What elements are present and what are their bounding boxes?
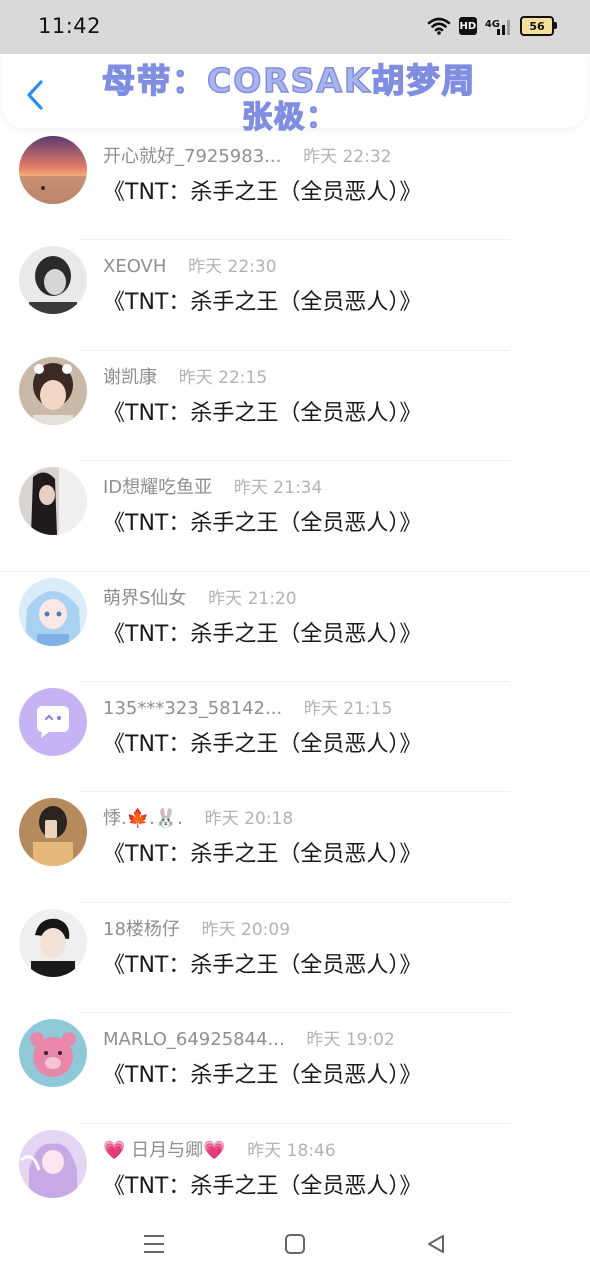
anime-girl-avatar bbox=[19, 577, 87, 646]
list-item[interactable]: XEOVH 昨天 22:30 《TNT：杀手之王（全员恶人）》 bbox=[0, 240, 590, 351]
avatar[interactable] bbox=[19, 467, 87, 536]
signal-icon: 4G bbox=[485, 17, 512, 35]
username[interactable]: MARLO_64925844... bbox=[103, 1029, 285, 1050]
username[interactable]: ID想耀吃鱼亚 bbox=[103, 473, 212, 499]
header: 母带：CORSAK胡梦周 张极： bbox=[2, 54, 588, 136]
system-nav-bar bbox=[0, 1222, 590, 1270]
username[interactable]: 💗 日月与卿💗 bbox=[103, 1136, 226, 1162]
default-chat-bubble-avatar bbox=[19, 687, 87, 756]
meta-row: XEOVH 昨天 22:30 bbox=[103, 252, 277, 277]
username[interactable]: 18楼杨仔 bbox=[103, 915, 180, 941]
comment-text: 《TNT：杀手之王（全员恶人）》 bbox=[103, 842, 422, 868]
username[interactable]: 萌界S仙女 bbox=[103, 584, 186, 610]
timestamp: 昨天 21:20 bbox=[208, 588, 297, 609]
avatar[interactable] bbox=[19, 908, 87, 977]
comment-text: 《TNT：杀手之王（全员恶人）》 bbox=[103, 290, 422, 316]
username[interactable]: XEOVH bbox=[103, 256, 166, 277]
avatar[interactable] bbox=[19, 1019, 87, 1088]
status-icons: HD 4G 56 bbox=[427, 15, 557, 37]
battery-icon: 56 bbox=[520, 16, 557, 36]
timestamp: 昨天 20:09 bbox=[201, 919, 291, 940]
username[interactable]: 谢凯康 bbox=[103, 363, 157, 389]
meta-row: 18楼杨仔 昨天 20:09 bbox=[103, 915, 290, 941]
meta-row: 开心就好_7925983... 昨天 22:32 bbox=[103, 142, 391, 168]
meta-row: 萌界S仙女 昨天 21:20 bbox=[103, 584, 297, 610]
back-button[interactable] bbox=[18, 76, 52, 114]
avatar[interactable] bbox=[19, 687, 87, 756]
wifi-icon bbox=[427, 17, 451, 35]
timestamp: 昨天 19:02 bbox=[306, 1030, 395, 1051]
timestamp: 昨天 22:15 bbox=[178, 367, 268, 388]
avatar[interactable] bbox=[19, 246, 87, 315]
timestamp: 昨天 22:30 bbox=[188, 257, 277, 278]
list-item[interactable]: MARLO_64925844... 昨天 19:02 《TNT：杀手之王（全员恶… bbox=[0, 1013, 590, 1124]
menu-icon bbox=[144, 1235, 164, 1253]
cat-filter-selfie-avatar bbox=[19, 356, 87, 425]
username[interactable]: 悸.🍁.🐰. bbox=[103, 804, 183, 830]
timestamp: 昨天 21:34 bbox=[233, 478, 323, 499]
timestamp: 昨天 18:46 bbox=[247, 1140, 336, 1161]
comment-text: 《TNT：杀手之王（全员恶人）》 bbox=[103, 180, 422, 205]
list-item[interactable]: 开心就好_7925983... 昨天 22:32 《TNT：杀手之王（全员恶人）… bbox=[0, 130, 590, 241]
meta-row: ID想耀吃鱼亚 昨天 21:34 bbox=[103, 473, 322, 499]
list-item[interactable]: 萌界S仙女 昨天 21:20 《TNT：杀手之王（全员恶人）》 bbox=[0, 572, 590, 682]
meta-row: 💗 日月与卿💗 昨天 18:46 bbox=[103, 1136, 336, 1162]
comment-text: 《TNT：杀手之王（全员恶人）》 bbox=[103, 400, 422, 426]
list-item[interactable]: 💗 日月与卿💗 昨天 18:46 《TNT：杀手之王（全员恶人）》 bbox=[0, 1124, 590, 1234]
long-hair-girl-avatar bbox=[19, 467, 87, 536]
hd-icon: HD bbox=[458, 17, 477, 35]
network-type-label: 4G bbox=[484, 19, 500, 30]
timestamp: 昨天 20:18 bbox=[204, 809, 294, 830]
comment-text: 《TNT：杀手之王（全员恶人）》 bbox=[103, 621, 422, 647]
boy-portrait-avatar bbox=[19, 908, 87, 977]
username[interactable]: 135***323_58142... bbox=[103, 698, 282, 719]
status-bar: 11:42 HD 4G 56 bbox=[0, 0, 590, 54]
comment-text: 《TNT：杀手之王（全员恶人）》 bbox=[103, 952, 422, 978]
comment-text: 《TNT：杀手之王（全员恶人）》 bbox=[103, 511, 422, 537]
username[interactable]: 开心就好_7925983... bbox=[103, 142, 281, 168]
meta-row: 135***323_58142... 昨天 21:15 bbox=[103, 694, 392, 719]
list-item[interactable]: 135***323_58142... 昨天 21:15 《TNT：杀手之王（全员… bbox=[0, 682, 590, 793]
home-square-icon bbox=[285, 1234, 305, 1254]
meta-row: 谢凯康 昨天 22:15 bbox=[103, 363, 267, 389]
pink-bear-avatar bbox=[19, 1019, 87, 1088]
list-item[interactable]: ID想耀吃鱼亚 昨天 21:34 《TNT：杀手之王（全员恶人）》 bbox=[0, 461, 590, 572]
meta-row: 悸.🍁.🐰. 昨天 20:18 bbox=[103, 804, 293, 830]
avatar[interactable] bbox=[19, 356, 87, 425]
list-item[interactable]: 悸.🍁.🐰. 昨天 20:18 《TNT：杀手之王（全员恶人）》 bbox=[0, 792, 590, 903]
sunset-beach-avatar bbox=[19, 136, 87, 204]
battery-level: 56 bbox=[529, 19, 545, 33]
home-button[interactable] bbox=[279, 1230, 311, 1258]
mirror-selfie-avatar bbox=[19, 798, 87, 867]
avatar[interactable] bbox=[19, 577, 87, 646]
menu-button[interactable] bbox=[138, 1230, 170, 1258]
back-triangle-icon bbox=[428, 1235, 444, 1253]
meta-row: MARLO_64925844... 昨天 19:02 bbox=[103, 1025, 395, 1050]
status-time: 11:42 bbox=[38, 14, 102, 38]
timestamp: 昨天 22:32 bbox=[303, 147, 392, 167]
fairy-anime-avatar bbox=[19, 1129, 87, 1198]
chevron-left-icon bbox=[27, 80, 43, 110]
comment-text: 《TNT：杀手之王（全员恶人）》 bbox=[103, 1173, 422, 1199]
list-item[interactable]: 18楼杨仔 昨天 20:09 《TNT：杀手之王（全员恶人）》 bbox=[0, 903, 590, 1014]
avatar[interactable] bbox=[19, 798, 87, 867]
monochrome-portrait-avatar bbox=[19, 246, 87, 315]
avatar[interactable] bbox=[19, 1129, 87, 1198]
list-item[interactable]: 谢凯康 昨天 22:15 《TNT：杀手之王（全员恶人）》 bbox=[0, 351, 590, 462]
comment-text: 《TNT：杀手之王（全员恶人）》 bbox=[103, 731, 422, 757]
comment-text: 《TNT：杀手之王（全员恶人）》 bbox=[103, 1063, 422, 1089]
timestamp: 昨天 21:15 bbox=[303, 698, 393, 719]
avatar[interactable] bbox=[19, 136, 87, 204]
back-nav-button[interactable] bbox=[420, 1230, 452, 1258]
comment-list: 开心就好_7925983... 昨天 22:32 《TNT：杀手之王（全员恶人）… bbox=[0, 130, 590, 1234]
